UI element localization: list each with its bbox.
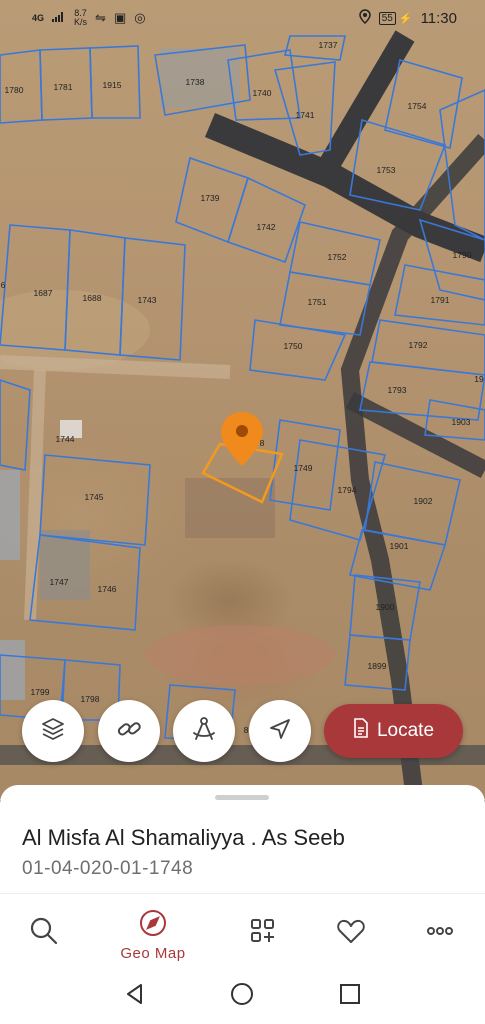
battery-level: 55 bbox=[378, 11, 396, 25]
tab-search[interactable] bbox=[4, 916, 84, 951]
place-name: Al Misfa Al Shamaliyya . As Seeb bbox=[22, 825, 345, 850]
parcel-label: 1742 bbox=[257, 222, 276, 232]
network-type: 4G bbox=[32, 13, 45, 23]
parcel-label: 1799 bbox=[31, 687, 50, 697]
parcel-label: 1781 bbox=[54, 82, 73, 92]
compass-drafting-icon bbox=[190, 715, 218, 748]
home-button[interactable] bbox=[228, 982, 256, 1010]
parcel-label: 1738 bbox=[186, 77, 205, 87]
sim-icon: ▣ bbox=[113, 10, 127, 25]
more-icon bbox=[425, 916, 455, 951]
parcel-label: 1741 bbox=[296, 110, 315, 120]
parcel-label: 1737 bbox=[319, 40, 338, 50]
location-icon bbox=[358, 8, 371, 28]
parcel-label: 1743 bbox=[138, 295, 157, 305]
sheet-drag-handle[interactable] bbox=[215, 795, 269, 800]
parcel-label: 8 bbox=[244, 725, 249, 735]
status-bar: 4G 8.7 K/s ⇋ ▣ ◎ 55 ⚡ 11:30 bbox=[0, 0, 485, 36]
building bbox=[0, 470, 20, 560]
back-button[interactable] bbox=[121, 982, 149, 1010]
parcel-label: 1793 bbox=[388, 385, 407, 395]
recents-square-icon bbox=[338, 982, 362, 1011]
heart-icon bbox=[336, 916, 366, 951]
parcel-label: 1915 bbox=[103, 80, 122, 90]
my-location-button[interactable] bbox=[249, 700, 311, 762]
system-navigation-bar bbox=[0, 968, 485, 1024]
parcel-label: 1688 bbox=[83, 293, 102, 303]
apps-add-icon bbox=[248, 916, 278, 951]
home-circle-icon bbox=[230, 982, 254, 1011]
tab-apps[interactable] bbox=[223, 916, 303, 951]
locate-button[interactable]: Locate bbox=[324, 704, 463, 758]
record-icon: ◎ bbox=[134, 10, 146, 25]
parcel-label: 1687 bbox=[34, 288, 53, 298]
parcel-label: 1739 bbox=[201, 193, 220, 203]
parcel-code: 01-04-020-01-1748 bbox=[22, 858, 194, 879]
charging-icon: ⚡ bbox=[398, 12, 413, 25]
signal-icon bbox=[52, 12, 66, 24]
tab-more[interactable] bbox=[400, 916, 480, 951]
parcel-label: 19 bbox=[474, 374, 484, 384]
parcel-label: 8 bbox=[260, 438, 265, 448]
parcel-label: 1791 bbox=[431, 295, 450, 305]
parcel-label: 1901 bbox=[390, 541, 409, 551]
parcel-label: 1752 bbox=[328, 252, 347, 262]
parcel-label: 1750 bbox=[284, 341, 303, 351]
vpn-icon: ⇋ bbox=[95, 10, 106, 25]
layers-icon bbox=[40, 716, 66, 747]
parcel-label: 6 bbox=[1, 280, 6, 290]
link-icon bbox=[115, 715, 143, 748]
parcel-label: 1899 bbox=[368, 661, 387, 671]
parcel-label: 1903 bbox=[452, 417, 471, 427]
data-speed-unit: K/s bbox=[74, 17, 88, 27]
layers-button[interactable] bbox=[22, 700, 84, 762]
tab-geo-map-label: Geo Map bbox=[120, 945, 186, 962]
parcel-label: 1746 bbox=[98, 584, 117, 594]
back-triangle-icon bbox=[123, 982, 147, 1011]
navigation-arrow-icon bbox=[267, 716, 293, 747]
tab-geo-map[interactable]: Geo Map bbox=[113, 908, 193, 962]
parcel-label: 1754 bbox=[408, 101, 427, 111]
search-icon bbox=[29, 916, 59, 951]
parcel-label: 1794 bbox=[338, 485, 357, 495]
divider bbox=[0, 893, 485, 894]
parcel-label: 1751 bbox=[308, 297, 327, 307]
parcel-label: 1902 bbox=[414, 496, 433, 506]
parcel-label: 1792 bbox=[409, 340, 428, 350]
parcel-label: 1740 bbox=[253, 88, 272, 98]
recents-button[interactable] bbox=[336, 982, 364, 1010]
clock: 11:30 bbox=[420, 9, 457, 27]
parcel-label: 1747 bbox=[50, 577, 69, 587]
tab-favorites[interactable] bbox=[311, 916, 391, 951]
parcel-label: 1749 bbox=[294, 463, 313, 473]
parcel-info-sheet[interactable]: Al Misfa Al Shamaliyya . As Seeb 01-04-0… bbox=[0, 785, 485, 900]
document-icon bbox=[353, 718, 369, 744]
bottom-tab-bar: Geo Map bbox=[0, 900, 485, 968]
parcel-label: 1745 bbox=[85, 492, 104, 502]
parcel-label: 1780 bbox=[5, 85, 24, 95]
building bbox=[0, 640, 25, 700]
measure-button[interactable] bbox=[173, 700, 235, 762]
parcel-label: 1790 bbox=[453, 250, 472, 260]
share-link-button[interactable] bbox=[98, 700, 160, 762]
parcel-label: 1798 bbox=[81, 694, 100, 704]
map-canvas: 1737 1780 1781 1915 1738 1740 1741 1754 … bbox=[0, 30, 485, 800]
parcel-label: 1900 bbox=[376, 602, 395, 612]
map-view[interactable]: 1737 1780 1781 1915 1738 1740 1741 1754 … bbox=[0, 0, 485, 800]
parcel-label: 1744 bbox=[56, 434, 75, 444]
locate-label: Locate bbox=[376, 720, 435, 741]
location-marker[interactable] bbox=[221, 412, 263, 466]
compass-icon bbox=[138, 908, 168, 943]
parcel-label: 1753 bbox=[377, 165, 396, 175]
